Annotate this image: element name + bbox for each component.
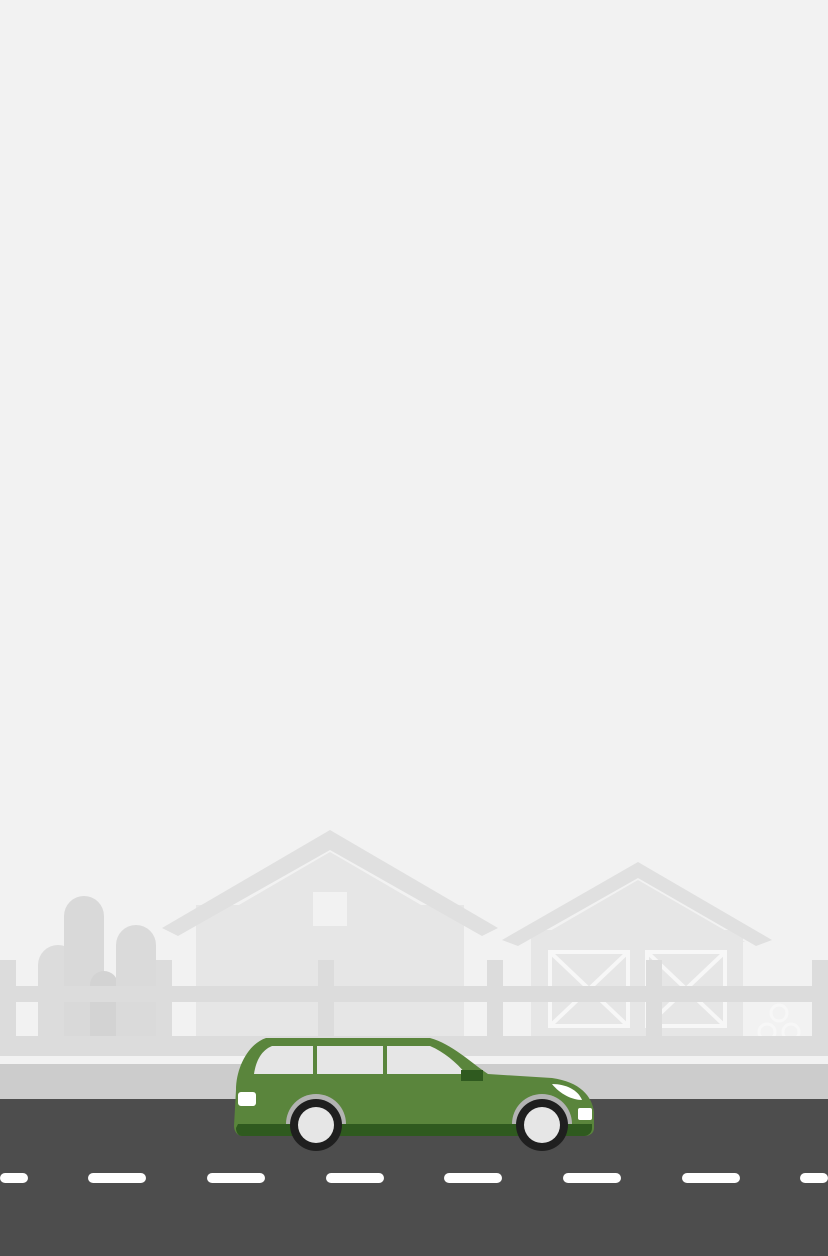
car-windows (254, 1046, 466, 1074)
scene-svg (0, 0, 828, 1256)
house-window (313, 892, 347, 926)
car-taillight (238, 1092, 256, 1106)
car-front-light (578, 1108, 592, 1120)
farm-road-illustration (0, 0, 828, 1256)
car-mirror (461, 1070, 483, 1081)
